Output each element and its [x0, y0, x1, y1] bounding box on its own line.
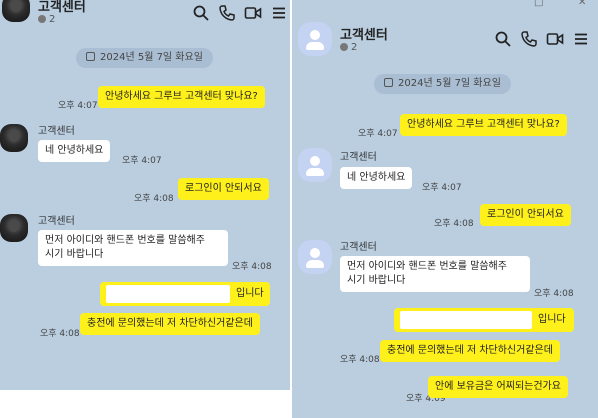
date-text: 2024년 5월 7일 화요일: [398, 78, 501, 89]
message-time: 오후 4:08: [534, 289, 574, 299]
sender-name: 고객센터: [38, 126, 75, 137]
chat-window-left: 고객센터 2 2024년 5월 7일 화요일 오후 4:07 안녕하세요 그루브…: [0, 0, 290, 418]
redacted-area: [106, 285, 230, 303]
chat-header: 고객센터 2: [0, 0, 290, 30]
search-icon[interactable]: [192, 4, 210, 22]
other-message-bubble[interactable]: 네 안녕하세요: [38, 140, 111, 162]
phone-icon[interactable]: [520, 30, 538, 48]
my-message-bubble[interactable]: 안녕하세요 그루브 고객센터 맞나요?: [98, 86, 265, 108]
person-icon: [340, 43, 348, 51]
video-icon[interactable]: [546, 30, 564, 48]
sender-avatar[interactable]: [0, 124, 28, 152]
sender-name: 고객센터: [38, 216, 75, 227]
member-count: 2: [340, 42, 357, 53]
my-message-bubble[interactable]: 안에 보유금은 어찌되는건가요: [428, 376, 568, 398]
message-line: 먼저 아이디와 핸드폰 번호를 말씀해주: [45, 235, 205, 246]
message-time: 오후 4:07: [358, 129, 398, 139]
profile-avatar[interactable]: [298, 22, 332, 56]
message-time: 오후 4:08: [232, 262, 272, 272]
my-message-bubble[interactable]: 충전에 문의했는데 저 차단하신거같은데: [80, 313, 260, 335]
sender-avatar[interactable]: [0, 214, 28, 242]
message-time: 오후 4:08: [340, 355, 380, 365]
message-time: 오후 4:07: [58, 101, 98, 111]
message-time: 오후 4:08: [134, 194, 174, 204]
phone-icon[interactable]: [218, 4, 236, 22]
sender-avatar[interactable]: [298, 148, 332, 182]
search-icon[interactable]: [494, 30, 512, 48]
calendar-icon: [384, 78, 393, 87]
sender-name: 고객센터: [340, 152, 377, 163]
person-icon: [38, 15, 46, 23]
other-message-bubble[interactable]: 먼저 아이디와 핸드폰 번호를 말씀해주 시기 바랍니다: [38, 230, 228, 266]
menu-icon[interactable]: [572, 30, 590, 48]
message-text: 입니다: [236, 288, 264, 299]
message-time: 오후 4:07: [122, 156, 162, 166]
other-message-bubble[interactable]: 먼저 아이디와 핸드폰 번호를 말씀해주 시기 바랍니다: [340, 256, 530, 292]
message-text: 입니다: [538, 314, 566, 325]
input-area: [0, 390, 290, 418]
my-message-bubble[interactable]: 로그인이 안되서요: [178, 178, 269, 200]
message-line: 시기 바랍니다: [347, 275, 406, 286]
menu-icon[interactable]: [270, 4, 288, 22]
my-message-bubble[interactable]: 로그인이 안되서요: [480, 204, 571, 226]
other-message-bubble[interactable]: 네 안녕하세요: [340, 167, 413, 189]
sender-name: 고객센터: [340, 242, 377, 253]
chat-window-right: □ ✕ 고객센터 2 2024년 5월 7일 화요일 오후 4:07 안녕하세요…: [292, 0, 598, 418]
sender-avatar[interactable]: [298, 240, 332, 274]
date-divider: 2024년 5월 7일 화요일: [76, 48, 213, 68]
message-line: 시기 바랍니다: [45, 249, 104, 260]
chat-title: 고객센터: [340, 28, 388, 43]
calendar-icon: [86, 52, 95, 61]
message-time: 오후 4:07: [422, 183, 462, 193]
message-line: 먼저 아이디와 핸드폰 번호를 말씀해주: [347, 261, 507, 272]
video-icon[interactable]: [244, 4, 262, 22]
chat-header: 고객센터 2: [292, 0, 598, 56]
profile-avatar[interactable]: [2, 0, 30, 22]
member-count: 2: [38, 14, 55, 25]
member-count-value: 2: [49, 14, 56, 25]
chat-title: 고객센터: [38, 0, 86, 15]
message-time: 오후 4:08: [434, 219, 474, 229]
my-message-bubble[interactable]: 안녕하세요 그루브 고객센터 맞나요?: [400, 114, 567, 136]
date-divider: 2024년 5월 7일 화요일: [374, 74, 511, 94]
message-time: 오후 4:08: [40, 329, 80, 339]
date-text: 2024년 5월 7일 화요일: [100, 52, 203, 63]
member-count-value: 2: [351, 42, 358, 53]
redacted-area: [400, 311, 532, 329]
my-message-bubble[interactable]: 충전에 문의했는데 저 차단하신거같은데: [380, 340, 560, 362]
